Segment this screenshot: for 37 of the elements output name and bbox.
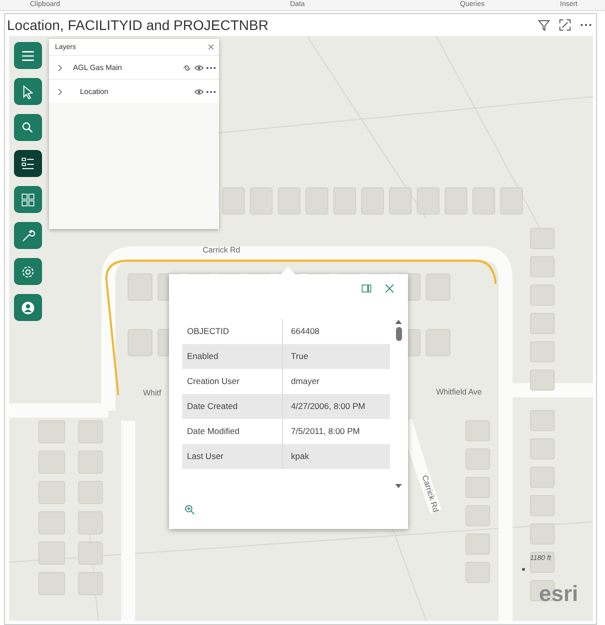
scroll-thumb[interactable] bbox=[396, 327, 402, 341]
wrench-button[interactable] bbox=[14, 222, 42, 249]
eye-icon[interactable] bbox=[194, 86, 204, 96]
field-name-cell: Date Created bbox=[182, 394, 284, 419]
street-label: Whitfield Ave bbox=[436, 387, 482, 396]
filter-icon[interactable] bbox=[538, 19, 550, 31]
grid-button[interactable] bbox=[14, 186, 42, 213]
close-icon[interactable] bbox=[207, 43, 215, 51]
field-value-cell-text: 664408 bbox=[290, 325, 320, 338]
close-icon[interactable] bbox=[384, 283, 395, 294]
scroll-up-icon[interactable] bbox=[395, 319, 402, 324]
esri-logo: esri bbox=[539, 581, 578, 607]
settings-button[interactable] bbox=[14, 258, 42, 285]
field-value-cell-text: dmayer bbox=[290, 375, 320, 388]
layer-list-button[interactable] bbox=[14, 150, 42, 177]
chevron-icon[interactable] bbox=[57, 88, 63, 96]
eye-icon[interactable] bbox=[194, 62, 204, 72]
link-icon[interactable] bbox=[182, 62, 192, 72]
field-value-cell-text: 4/27/2006, 8:00 PM bbox=[290, 400, 366, 413]
field-value-cell-text: 7/5/2011, 8:00 PM bbox=[290, 425, 361, 438]
scroll-down-icon[interactable] bbox=[395, 484, 402, 489]
dock-icon[interactable] bbox=[361, 283, 372, 294]
search-button[interactable] bbox=[14, 114, 42, 141]
focus-mode-icon[interactable] bbox=[559, 19, 571, 31]
visual-title: Location, FACILITYID and PROJECTNBR bbox=[7, 17, 270, 33]
field-name-cell: Enabled bbox=[182, 344, 284, 369]
person-button[interactable] bbox=[14, 294, 42, 321]
field-value-cell-text: kpak bbox=[290, 450, 310, 463]
field-value-cell-text: True bbox=[290, 350, 310, 363]
pointer-button[interactable] bbox=[14, 78, 42, 105]
street-label: Carrick Rd bbox=[202, 246, 240, 255]
chevron-icon[interactable] bbox=[57, 64, 63, 72]
field-name-cell: Last User bbox=[182, 444, 284, 469]
menu-button[interactable] bbox=[14, 42, 42, 69]
zoom-in-icon[interactable] bbox=[184, 504, 195, 515]
scrollbar[interactable] bbox=[395, 319, 402, 489]
street-label: Whitf bbox=[143, 388, 162, 398]
